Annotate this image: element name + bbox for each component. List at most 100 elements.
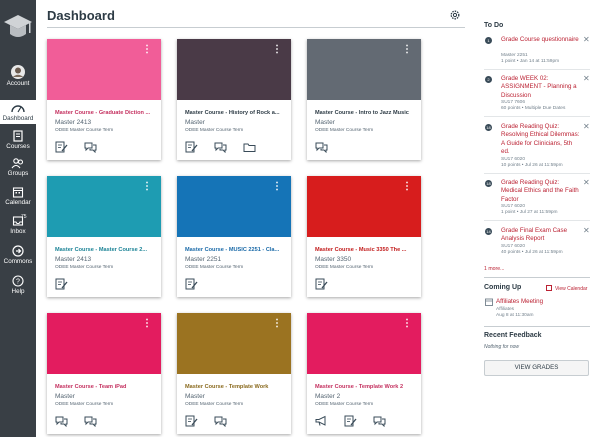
- card-options-icon[interactable]: ⋮: [142, 182, 152, 192]
- assignments-icon[interactable]: [185, 140, 198, 153]
- discussions-icon[interactable]: [84, 414, 97, 428]
- course-card-title[interactable]: Master Course - Music 3350 The ...: [315, 247, 417, 253]
- card-options-icon[interactable]: ⋮: [402, 319, 412, 329]
- course-card[interactable]: ⋮ Master Course - Template Work 2 Master 2…: [307, 313, 421, 434]
- assignments-icon[interactable]: [315, 277, 328, 290]
- course-card-title[interactable]: Master Course - Team iPad: [55, 384, 157, 390]
- nav-commons[interactable]: Commons: [0, 245, 36, 267]
- course-card[interactable]: ⋮ Master Course - Template Work Master ODEE…: [177, 313, 291, 434]
- course-card-actions: [185, 140, 272, 154]
- dismiss-icon[interactable]: ✕: [583, 226, 590, 235]
- nav-dashboard[interactable]: Dashboard: [0, 100, 36, 124]
- nav-inbox-label: Inbox: [10, 228, 26, 235]
- todo-item[interactable]: 18 Grade Reading Quiz: Resolving Ethical…: [484, 122, 590, 174]
- todo-item-course: SU17 6020: [501, 157, 526, 162]
- nav-account[interactable]: Account: [0, 65, 36, 91]
- event-calendar-icon: [485, 298, 493, 306]
- todo-item-title[interactable]: Grade Reading Quiz: Resolving Ethical Di…: [501, 123, 581, 156]
- view-grades-button[interactable]: VIEW GRADES: [484, 360, 589, 376]
- assignments-icon[interactable]: [55, 140, 68, 153]
- coming-up-heading: Coming Up: [484, 284, 522, 291]
- card-options-icon[interactable]: ⋮: [402, 182, 412, 192]
- todo-divider: [484, 69, 590, 70]
- course-card-code: Master: [185, 393, 205, 400]
- nav-help[interactable]: ? Help: [0, 275, 36, 297]
- todo-show-more-link[interactable]: 1 more...: [484, 266, 504, 272]
- course-card-code: Master 2413: [55, 119, 92, 126]
- course-card-title[interactable]: Master Course - Template Work: [185, 384, 287, 390]
- course-card-title[interactable]: Master Course - Master Course 2...: [55, 247, 157, 253]
- course-card-actions: [315, 414, 402, 428]
- course-card-title[interactable]: Master Course - Template Work 2: [315, 384, 417, 390]
- discussions-icon[interactable]: [315, 140, 328, 154]
- course-card-actions: [315, 140, 344, 154]
- assignments-icon[interactable]: [344, 414, 357, 427]
- course-card-code: Master: [315, 119, 335, 126]
- discussions-icon[interactable]: [55, 414, 68, 428]
- dismiss-icon[interactable]: ✕: [583, 74, 590, 83]
- course-card-term: ODEE Master Course Term: [315, 265, 374, 270]
- discussions-icon[interactable]: [373, 414, 386, 428]
- nav-calendar[interactable]: Calendar: [0, 186, 36, 208]
- recent-feedback-empty: Nothing for now: [484, 344, 520, 350]
- nav-groups[interactable]: Groups: [0, 157, 36, 179]
- course-card[interactable]: ⋮ Master Course - Graduate Diction ... Mas…: [47, 39, 161, 160]
- course-card-title[interactable]: Master Course - MUSIC 2251 - Cla...: [185, 247, 287, 253]
- course-card-term: ODEE Master Course Term: [185, 402, 244, 407]
- course-card[interactable]: ⋮ Master Course - Music 3350 The ... Maste…: [307, 176, 421, 297]
- course-card[interactable]: ⋮ Master Course - Intro to Jazz Music Mast…: [307, 39, 421, 160]
- nav-inbox[interactable]: 75 Inbox: [0, 214, 36, 237]
- todo-item-course: Master 2251: [501, 53, 528, 58]
- todo-count-badge: 14: [485, 228, 492, 235]
- dismiss-icon[interactable]: ✕: [583, 178, 590, 187]
- course-card-code: Master 2: [315, 393, 341, 400]
- files-icon[interactable]: [243, 140, 256, 152]
- card-options-icon[interactable]: ⋮: [142, 45, 152, 55]
- todo-item[interactable]: 2 Grade WEEK 02: ASSIGNMENT - Planning a…: [484, 74, 590, 117]
- todo-item-meta: 1 point • Jan 14 at 11:59pm: [501, 59, 560, 64]
- todo-heading: To Do: [484, 22, 504, 29]
- todo-item[interactable]: 1 Grade Course questionnaire Master 2251…: [484, 35, 590, 70]
- card-options-icon[interactable]: ⋮: [272, 45, 282, 55]
- course-card-actions: [55, 277, 84, 290]
- course-card[interactable]: ⋮ Master Course - Team iPad Master ODEE Mas…: [47, 313, 161, 434]
- gear-icon[interactable]: [449, 9, 461, 21]
- course-card-code: Master: [185, 119, 205, 126]
- announcements-icon[interactable]: [315, 414, 328, 426]
- todo-item[interactable]: 18 Grade Reading Quiz: Medical Ethics an…: [484, 178, 590, 221]
- course-card-term: ODEE Master Course Term: [55, 265, 114, 270]
- assignments-icon[interactable]: [185, 414, 198, 427]
- section-divider: [484, 326, 590, 327]
- course-card[interactable]: ⋮ Master Course - Master Course 2... Maste…: [47, 176, 161, 297]
- dismiss-icon[interactable]: ✕: [583, 35, 590, 44]
- assignments-icon[interactable]: [55, 277, 68, 290]
- todo-count-badge: 18: [485, 180, 492, 187]
- card-options-icon[interactable]: ⋮: [272, 182, 282, 192]
- course-card[interactable]: ⋮ Master Course - History of Rock a... Mas…: [177, 39, 291, 160]
- discussions-icon[interactable]: [214, 414, 227, 428]
- course-card-title[interactable]: Master Course - Graduate Diction ...: [55, 110, 157, 116]
- todo-item-title[interactable]: Grade Reading Quiz: Medical Ethics and t…: [501, 179, 581, 204]
- event-title-link[interactable]: Affiliates Meeting: [496, 298, 543, 305]
- assignments-icon[interactable]: [185, 277, 198, 290]
- card-options-icon[interactable]: ⋮: [272, 319, 282, 329]
- course-card-term: ODEE Master Course Term: [55, 128, 114, 133]
- view-calendar-link[interactable]: View Calendar: [546, 285, 587, 292]
- inbox-unread-count: 75: [21, 214, 27, 220]
- canvas-logo-icon[interactable]: [3, 11, 33, 45]
- course-card[interactable]: ⋮ Master Course - MUSIC 2251 - Cla... Mast…: [177, 176, 291, 297]
- nav-courses[interactable]: Courses: [0, 130, 36, 152]
- todo-item[interactable]: 14 Grade Final Exam Case Analysis Report…: [484, 226, 590, 261]
- course-card-term: ODEE Master Course Term: [315, 402, 374, 407]
- discussions-icon[interactable]: [214, 140, 227, 154]
- discussions-icon[interactable]: [84, 140, 97, 154]
- todo-item-title[interactable]: Grade WEEK 02: ASSIGNMENT - Planning a D…: [501, 75, 581, 100]
- courses-icon: [13, 130, 23, 142]
- todo-item-title[interactable]: Grade Final Exam Case Analysis Report: [501, 227, 581, 244]
- dismiss-icon[interactable]: ✕: [583, 122, 590, 131]
- course-card-title[interactable]: Master Course - Intro to Jazz Music: [315, 110, 417, 116]
- todo-item-title[interactable]: Grade Course questionnaire: [501, 36, 581, 44]
- card-options-icon[interactable]: ⋮: [142, 319, 152, 329]
- card-options-icon[interactable]: ⋮: [402, 45, 412, 55]
- course-card-title[interactable]: Master Course - History of Rock a...: [185, 110, 287, 116]
